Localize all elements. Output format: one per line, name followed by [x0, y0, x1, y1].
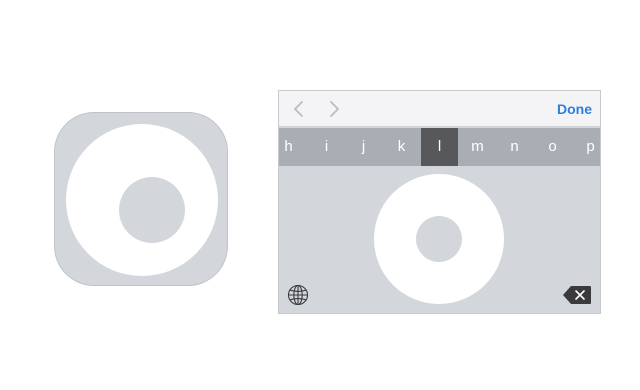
keyboard-panel: Done h i j k l m n o p: [278, 90, 601, 314]
click-wheel-center: [119, 177, 185, 243]
chevron-left-icon[interactable]: [289, 99, 309, 119]
letter-key[interactable]: k: [383, 128, 420, 166]
letter-key[interactable]: m: [459, 128, 496, 166]
click-wheel-center-button[interactable]: [416, 216, 462, 262]
backspace-icon[interactable]: [562, 284, 592, 306]
letter-key[interactable]: p: [572, 128, 600, 166]
letter-key-selected[interactable]: l: [421, 128, 458, 166]
click-wheel-graphic: [66, 124, 218, 276]
app-icon[interactable]: [54, 112, 228, 286]
keyboard-toolbar: Done: [279, 91, 600, 127]
done-button[interactable]: Done: [557, 101, 592, 117]
letter-strip: h i j k l m n o p: [279, 128, 600, 166]
globe-icon[interactable]: [287, 284, 309, 306]
letter-key[interactable]: i: [308, 128, 345, 166]
letter-key[interactable]: h: [279, 128, 307, 166]
letter-key[interactable]: j: [345, 128, 382, 166]
letter-key[interactable]: n: [496, 128, 533, 166]
click-wheel[interactable]: [374, 174, 504, 304]
chevron-right-icon[interactable]: [324, 99, 344, 119]
letter-key[interactable]: o: [534, 128, 571, 166]
